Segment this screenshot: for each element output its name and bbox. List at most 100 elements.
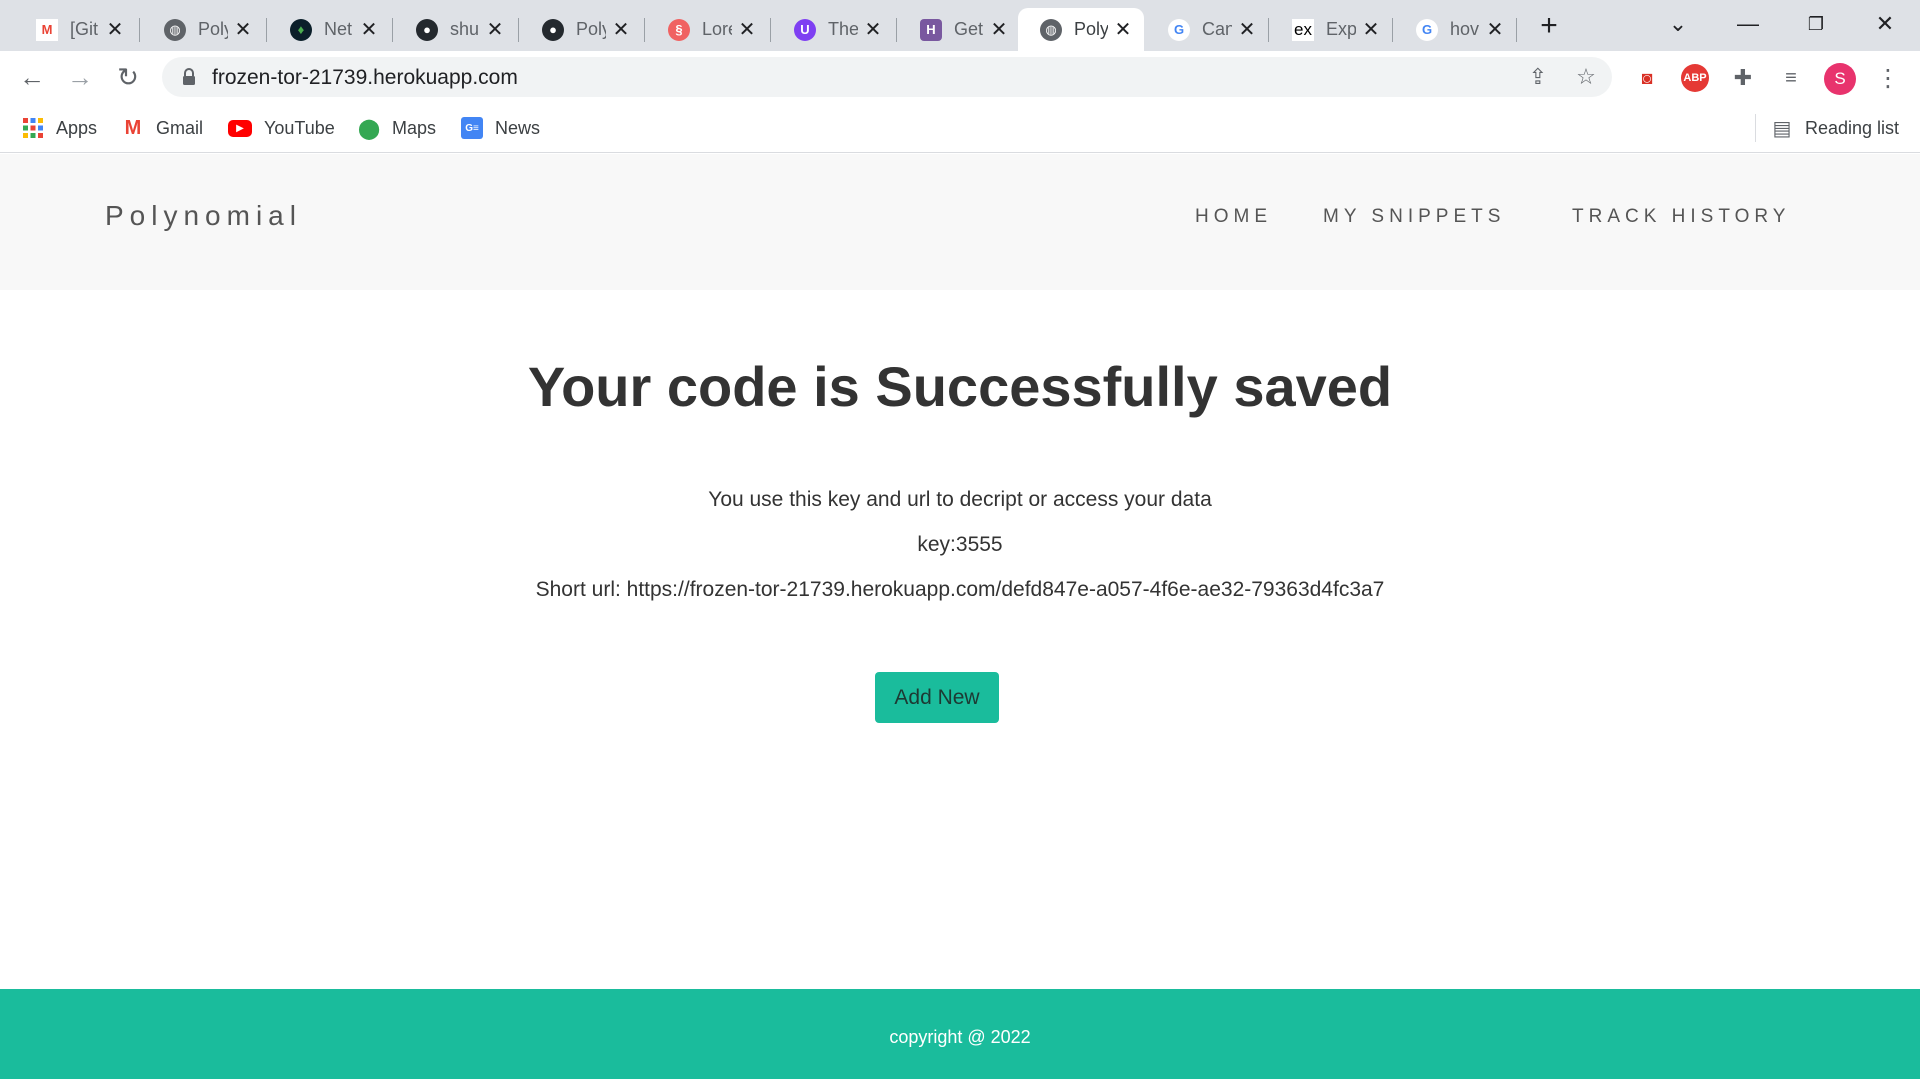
close-icon[interactable]: ✕ <box>862 19 884 41</box>
browser-tab[interactable]: G hov ✕ <box>1394 8 1516 51</box>
add-new-button[interactable]: Add New <box>875 672 999 723</box>
bookmarks-bar: Apps M Gmail ▶ YouTube ⬤ Maps G≡ News ▤ … <box>0 103 1920 153</box>
bookmark-youtube[interactable]: ▶ YouTube <box>228 113 335 143</box>
tab-separator <box>644 18 645 42</box>
browser-tab[interactable]: ♦ Net ✕ <box>268 8 390 51</box>
bookmark-label: Maps <box>392 117 437 138</box>
reading-list-button[interactable]: ▤ Reading list <box>1771 113 1900 143</box>
brand-logo[interactable]: Polynomial <box>105 200 302 232</box>
instruction-text: You use this key and url to decript or a… <box>708 488 1212 511</box>
browser-tab[interactable]: § Lore ✕ <box>646 8 768 51</box>
browser-toolbar: ← → ↻ frozen-tor-21739.herokuapp.com ⇪ ☆… <box>0 51 1920 103</box>
tab-separator <box>1392 18 1393 42</box>
forward-arrow-icon[interactable]: → <box>63 60 97 94</box>
bookmark-apps[interactable]: Apps <box>22 113 97 143</box>
main-content: Your code is Successfully saved You use … <box>0 290 1920 989</box>
url-text[interactable]: frozen-tor-21739.herokuapp.com <box>212 66 518 90</box>
bookmark-maps[interactable]: ⬤ Maps <box>358 113 436 143</box>
nav-home[interactable]: HOME <box>1195 206 1272 228</box>
browser-tab[interactable]: M [Git ✕ <box>14 8 136 51</box>
tab-separator <box>139 18 140 42</box>
gmail-icon: M <box>124 116 142 139</box>
browser-tab[interactable]: ● Poly ✕ <box>520 8 642 51</box>
browser-tab-active[interactable]: ◍ Poly ✕ <box>1018 8 1144 51</box>
extensions-puzzle-icon[interactable]: ✚ <box>1729 64 1757 92</box>
pocket-extension-icon[interactable]: ◙ <box>1633 64 1661 92</box>
close-icon[interactable]: ✕ <box>1236 19 1258 41</box>
browser-tab[interactable]: U The ✕ <box>772 8 894 51</box>
reload-icon[interactable]: ↻ <box>111 60 145 94</box>
minimize-icon[interactable]: — <box>1728 6 1768 42</box>
close-icon[interactable]: ✕ <box>358 19 380 41</box>
bookmark-news[interactable]: G≡ News <box>461 113 540 143</box>
close-icon[interactable]: ✕ <box>1484 19 1506 41</box>
address-bar[interactable]: frozen-tor-21739.herokuapp.com ⇪ ☆ <box>162 57 1612 97</box>
close-icon[interactable]: ✕ <box>232 19 254 41</box>
browser-tab-strip: M [Git ✕ ◍ Poly ✕ ♦ Net ✕ ● shu ✕ ● Poly… <box>0 0 1920 51</box>
tab-separator <box>1268 18 1269 42</box>
bookmark-label: News <box>495 117 541 138</box>
window-close-icon[interactable]: ✕ <box>1865 6 1905 42</box>
bookmark-label: YouTube <box>264 117 335 138</box>
github-icon: ● <box>416 18 438 41</box>
reading-list-label: Reading list <box>1805 117 1900 138</box>
google-icon: G <box>1416 18 1438 41</box>
tab-separator <box>1516 18 1517 42</box>
google-icon: G <box>1168 18 1190 41</box>
tab-separator <box>266 18 267 42</box>
adblock-plus-icon[interactable]: ABP <box>1681 64 1709 92</box>
bookmark-label: Gmail <box>156 117 204 138</box>
apps-grid-icon <box>23 118 43 138</box>
bookmarks-divider <box>1755 114 1756 142</box>
lock-icon <box>183 68 195 85</box>
bookmark-gmail[interactable]: M Gmail <box>122 113 203 143</box>
gmail-icon: M <box>36 18 58 41</box>
browser-tab[interactable]: H Get ✕ <box>898 8 1020 51</box>
close-icon[interactable]: ✕ <box>104 19 126 41</box>
tab-search-chevron-icon[interactable]: ⌄ <box>1658 6 1698 42</box>
site-navbar: Polynomial HOME MY SNIPPETS TRACK HISTOR… <box>0 154 1920 290</box>
browser-tab[interactable]: ● shu ✕ <box>394 8 516 51</box>
close-icon[interactable]: ✕ <box>1112 19 1134 41</box>
browser-tab[interactable]: G Can ✕ <box>1146 8 1268 51</box>
tab-separator <box>896 18 897 42</box>
news-icon: G≡ <box>461 117 483 139</box>
site-footer: copyright @ 2022 <box>0 989 1920 1079</box>
close-icon[interactable]: ✕ <box>736 19 758 41</box>
leaf-icon: ♦ <box>290 18 312 41</box>
back-arrow-icon[interactable]: ← <box>15 60 49 94</box>
share-icon[interactable]: ⇪ <box>1524 63 1552 91</box>
page-title: Your code is Successfully saved <box>527 355 1393 418</box>
bookmark-label: Apps <box>56 117 98 138</box>
more-menu-icon[interactable]: ⋮ <box>1876 63 1900 95</box>
lorem-icon: § <box>668 18 690 41</box>
reading-list-icon: ▤ <box>1772 117 1792 140</box>
tab-separator <box>392 18 393 42</box>
globe-icon: ◍ <box>164 18 186 41</box>
key-text: key:3555 <box>917 533 1003 556</box>
heroku-icon: H <box>920 18 942 41</box>
github-icon: ● <box>542 18 564 41</box>
browser-tab[interactable]: ex Exp ✕ <box>1270 8 1392 51</box>
nav-my-snippets[interactable]: MY SNIPPETS <box>1323 206 1505 228</box>
media-control-icon[interactable]: ≡ <box>1777 64 1805 92</box>
close-icon[interactable]: ✕ <box>988 19 1010 41</box>
browser-tab[interactable]: ◍ Poly ✕ <box>142 8 264 51</box>
close-icon[interactable]: ✕ <box>484 19 506 41</box>
maps-pin-icon: ⬤ <box>357 117 381 140</box>
tab-separator <box>770 18 771 42</box>
globe-icon: ◍ <box>1040 18 1062 41</box>
ex-icon: ex <box>1292 18 1314 41</box>
restore-icon[interactable]: ❐ <box>1796 6 1836 42</box>
close-icon[interactable]: ✕ <box>1360 19 1382 41</box>
profile-avatar[interactable]: S <box>1824 63 1856 95</box>
bookmark-star-icon[interactable]: ☆ <box>1572 63 1600 91</box>
youtube-icon: ▶ <box>228 119 252 137</box>
nav-track-history[interactable]: TRACK HISTORY <box>1572 206 1790 228</box>
tab-separator <box>518 18 519 42</box>
new-tab-icon[interactable]: + <box>1535 11 1563 41</box>
copyright-text: copyright @ 2022 <box>889 1027 1031 1047</box>
short-url-text: Short url: https://frozen-tor-21739.hero… <box>535 578 1385 601</box>
u-icon: U <box>794 18 816 41</box>
close-icon[interactable]: ✕ <box>610 19 632 41</box>
